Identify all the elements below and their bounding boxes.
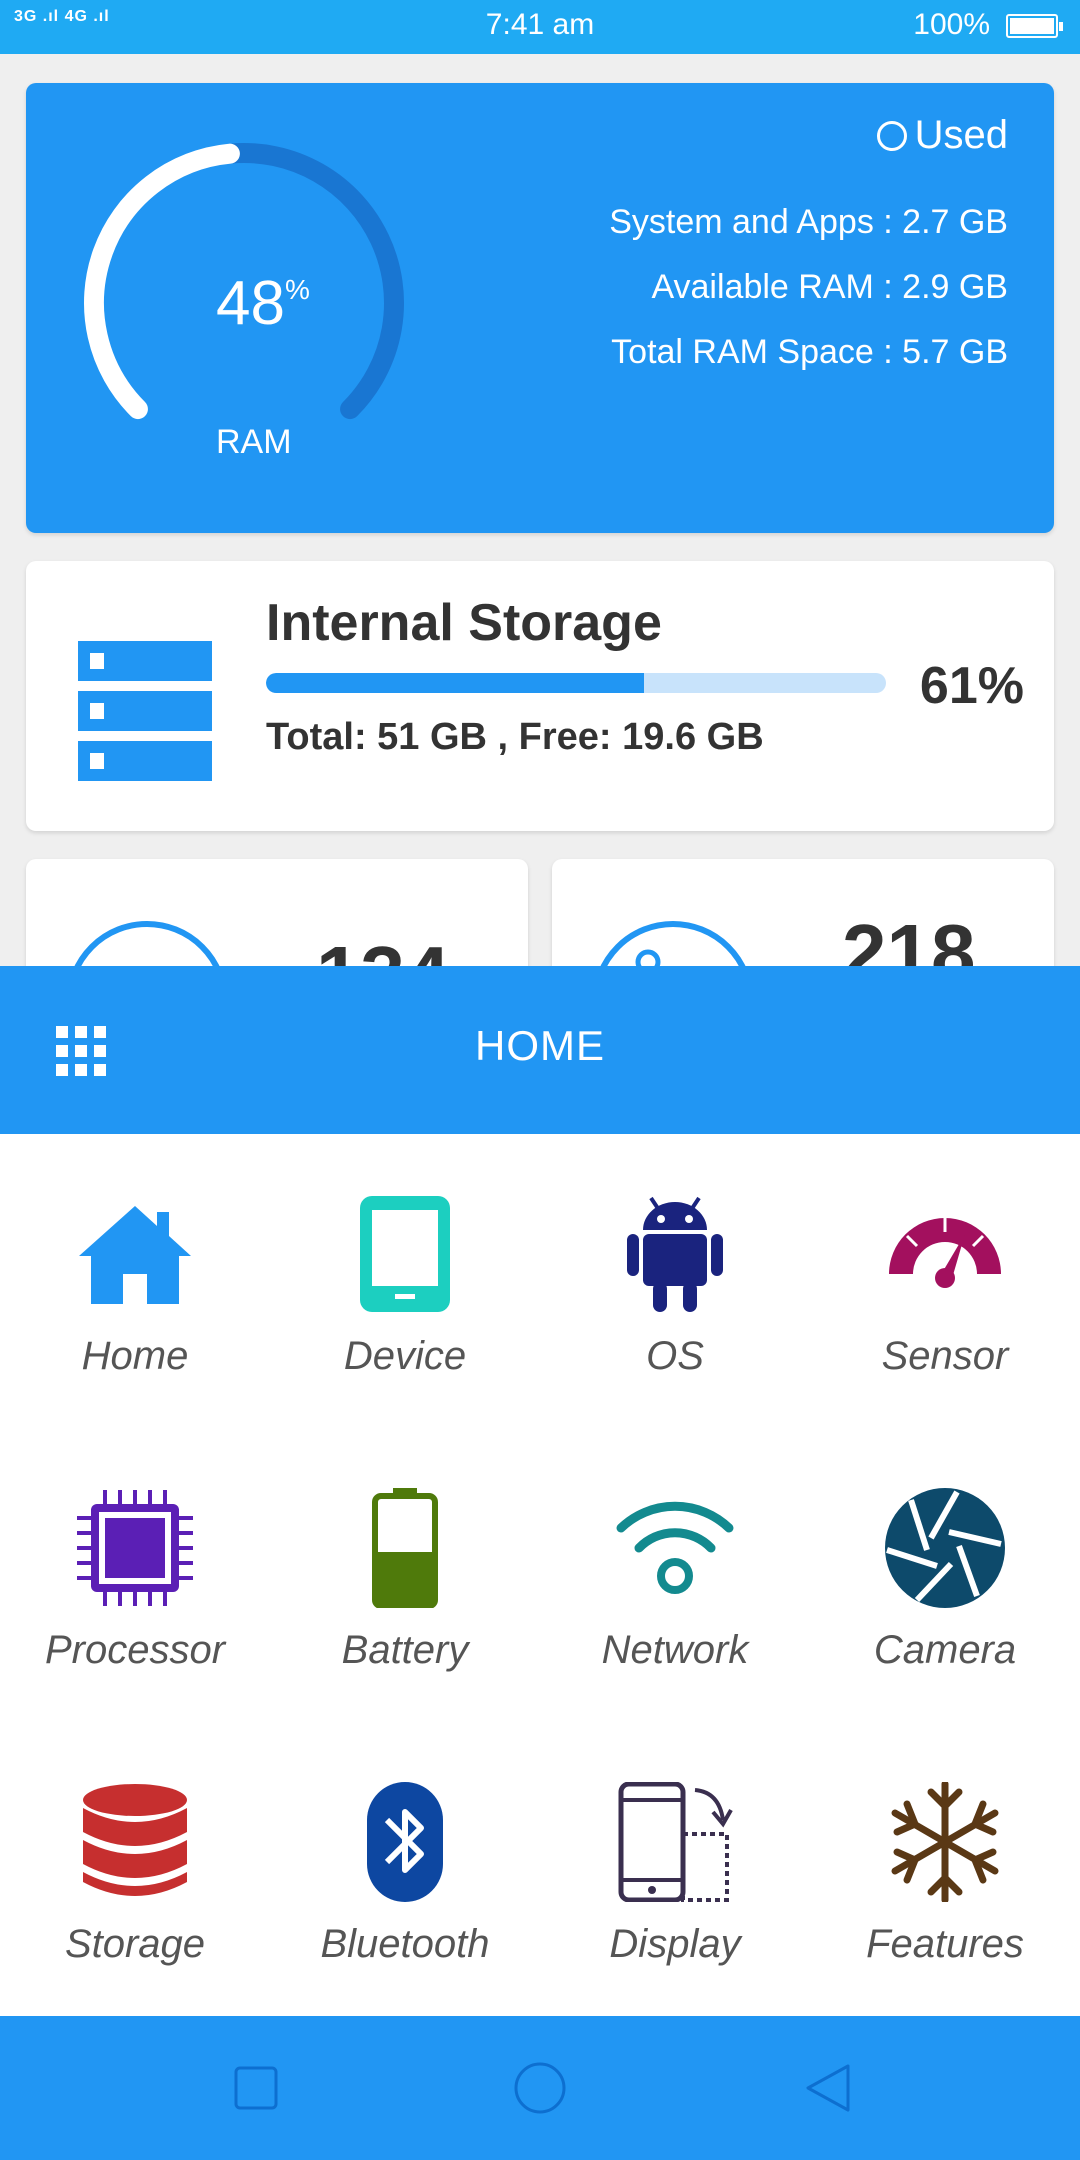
used-legend-ring-icon [876, 120, 907, 151]
recents-icon[interactable] [228, 2060, 284, 2116]
tablet-icon [360, 1196, 450, 1312]
bluetooth-icon [367, 1782, 443, 1902]
rotate-screen-icon [618, 1782, 733, 1902]
home-icon [79, 1206, 191, 1304]
menu-item-processor[interactable]: Processor [0, 1428, 270, 1722]
menu-item-storage[interactable]: Storage [0, 1722, 270, 2016]
cpu-icon [77, 1490, 193, 1606]
home-menu-grid: Home Device OS Sensor Processor Battery … [0, 1134, 1080, 2016]
speedometer-icon [889, 1218, 1001, 1288]
menu-item-os[interactable]: OS [540, 1134, 810, 1428]
ram-percent: 48% [216, 269, 310, 338]
snowflake-icon [891, 1782, 999, 1902]
app-bar: HOME [0, 966, 1080, 1134]
internal-storage-card[interactable]: Internal Storage Total: 51 GB , Free: 19… [26, 561, 1054, 831]
wifi-icon [616, 1501, 734, 1594]
android-icon [627, 1196, 723, 1312]
ram-card[interactable]: 48% RAM Used System and Apps : 2.7 GB Av… [26, 83, 1054, 533]
menu-item-camera[interactable]: Camera [810, 1428, 1080, 1722]
battery-icon [372, 1488, 438, 1608]
battery-percent: 100% [913, 8, 990, 41]
database-icon [83, 1784, 187, 1896]
menu-item-home[interactable]: Home [0, 1134, 270, 1428]
used-legend: Used [876, 113, 1008, 158]
aperture-icon [885, 1488, 1005, 1608]
system-nav-bar [0, 2016, 1080, 2160]
menu-item-battery[interactable]: Battery [270, 1428, 540, 1722]
total-ram-stat: Total RAM Space : 5.7 GB [611, 333, 1008, 371]
home-nav-icon[interactable] [512, 2060, 568, 2116]
menu-item-sensor[interactable]: Sensor [810, 1134, 1080, 1428]
menu-item-features[interactable]: Features [810, 1722, 1080, 2016]
available-ram-stat: Available RAM : 2.9 GB [651, 268, 1008, 306]
battery-icon [1006, 14, 1063, 38]
menu-item-device[interactable]: Device [270, 1134, 540, 1428]
status-bar: 3G .ıl 4G .ıl 7:41 am 100% [0, 0, 1080, 54]
storage-detail: Total: 51 GB , Free: 19.6 GB [266, 716, 764, 758]
menu-item-display[interactable]: Display [540, 1722, 810, 2016]
storage-progress-bar [266, 673, 886, 693]
menu-item-bluetooth[interactable]: Bluetooth [270, 1722, 540, 2016]
storage-percent: 61% [919, 657, 1024, 715]
app-bar-title: HOME [475, 1022, 605, 1069]
storage-title: Internal Storage [266, 594, 662, 652]
ram-label: RAM [216, 423, 292, 461]
system-apps-stat: System and Apps : 2.7 GB [609, 203, 1008, 241]
menu-item-network[interactable]: Network [540, 1428, 810, 1722]
back-icon[interactable] [800, 2060, 856, 2116]
server-icon [78, 641, 212, 781]
